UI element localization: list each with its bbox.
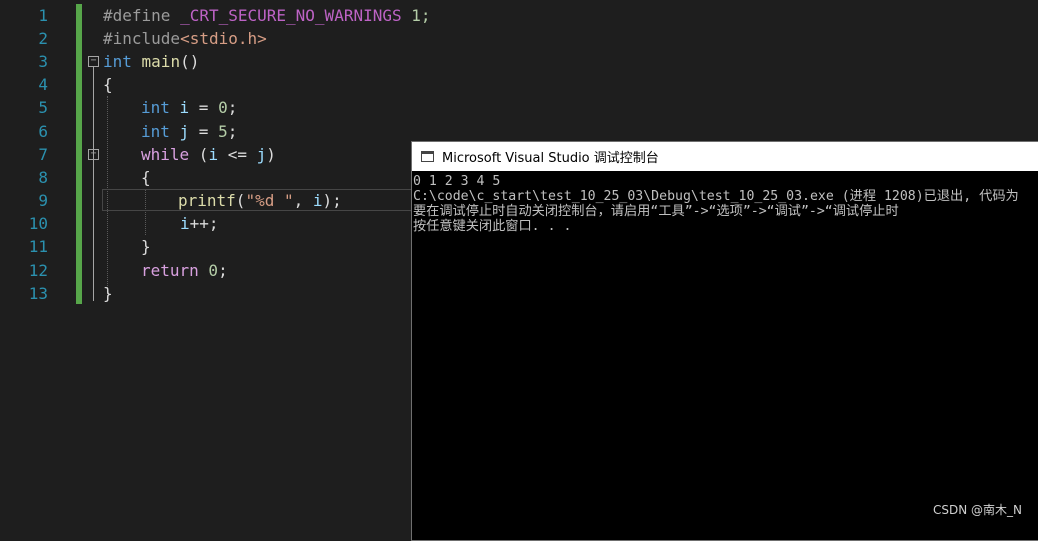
line-number: 13 [28,284,48,303]
punctuation: ); [322,191,342,210]
variable: i [169,98,190,117]
operator: ++; [189,214,219,233]
punctuation: ( [189,145,209,164]
line-number: 11 [28,237,48,256]
fold-collapse-icon[interactable]: − [88,56,99,67]
code-line-12[interactable]: return 0; [141,259,228,282]
code-line-7[interactable]: while (i <= j) [141,143,276,166]
punctuation: ; [227,98,238,117]
code-line-11[interactable]: } [141,235,151,258]
brace: } [141,237,151,256]
operator: = [189,98,219,117]
macro-name: _CRT_SECURE_NO_WARNINGS [180,6,402,25]
code-line-6[interactable]: int j = 5; [141,120,237,143]
punctuation: ; [227,122,238,141]
function-name: printf [178,191,236,210]
line-number: 2 [38,29,48,48]
brace: } [103,284,113,303]
code-line-1[interactable]: #define _CRT_SECURE_NO_WARNINGS 1; [103,4,431,27]
console-title-bar[interactable]: Microsoft Visual Studio 调试控制台 [412,142,1038,171]
code-line-13[interactable]: } [103,282,113,305]
brace: { [141,168,151,187]
preprocessor-directive: #include [103,29,181,48]
watermark: CSDN @南木_N [932,503,1022,517]
control-keyword: while [141,145,190,164]
keyword: int [103,52,132,71]
keyword: int [141,98,170,117]
fold-guide-line [93,67,94,301]
code-line-8[interactable]: { [141,166,151,189]
variable: j [169,122,190,141]
fold-collapse-icon[interactable]: − [88,149,99,160]
code-line-4[interactable]: { [103,73,113,96]
punctuation: ( [235,191,246,210]
line-number: 4 [38,75,48,94]
include-header: <stdio.h> [180,29,267,48]
number-literal: 0 [218,98,228,117]
code-line-5[interactable]: int i = 0; [141,96,237,119]
console-window-icon [421,151,434,162]
variable: i [208,145,219,164]
operator: = [189,122,219,141]
code-line-10[interactable]: i++; [180,212,219,235]
line-number: 3 [38,52,48,71]
number-literal: 0 [198,261,219,280]
console-title: Microsoft Visual Studio 调试控制台 [442,151,659,166]
line-number: 8 [38,168,48,187]
line-number: 10 [28,214,48,233]
operator: <= [218,145,257,164]
line-number: 6 [38,122,48,141]
preprocessor-directive: #define [103,6,181,25]
variable: j [256,145,267,164]
line-number: 1 [38,6,48,25]
console-line: 按任意键关闭此窗口. . . [413,219,572,234]
code-line-3[interactable]: int main() [103,50,199,73]
variable: i [180,214,190,233]
console-line: C:\code\c_start\test_10_25_03\Debug\test… [413,189,1019,204]
macro-value: 1; [401,6,431,25]
debug-console-window[interactable]: Microsoft Visual Studio 调试控制台 0 1 2 3 4 … [411,141,1038,541]
punctuation: ; [218,261,228,280]
punctuation: ) [266,145,276,164]
line-number: 9 [38,191,48,210]
function-name: main [131,52,181,71]
number-literal: 5 [218,122,228,141]
console-line: 0 1 2 3 4 5 [413,174,501,189]
line-number: 7 [38,145,48,164]
console-line: 要在调试停止时自动关闭控制台，请启用“工具”->“选项”->“调试”->“调试停… [413,204,899,219]
change-indicator-bar [76,4,82,304]
string-literal: "%d " [245,191,294,210]
line-number: 12 [28,261,48,280]
variable: i [312,191,323,210]
code-line-2[interactable]: #include<stdio.h> [103,27,267,50]
brace: { [103,75,113,94]
control-keyword: return [141,261,199,280]
code-line-9[interactable]: printf("%d ", i); [178,189,342,212]
keyword: int [141,122,170,141]
line-number: 5 [38,98,48,117]
punctuation: () [180,52,200,71]
punctuation: , [293,191,313,210]
console-output[interactable]: 0 1 2 3 4 5 C:\code\c_start\test_10_25_03… [412,171,1038,234]
